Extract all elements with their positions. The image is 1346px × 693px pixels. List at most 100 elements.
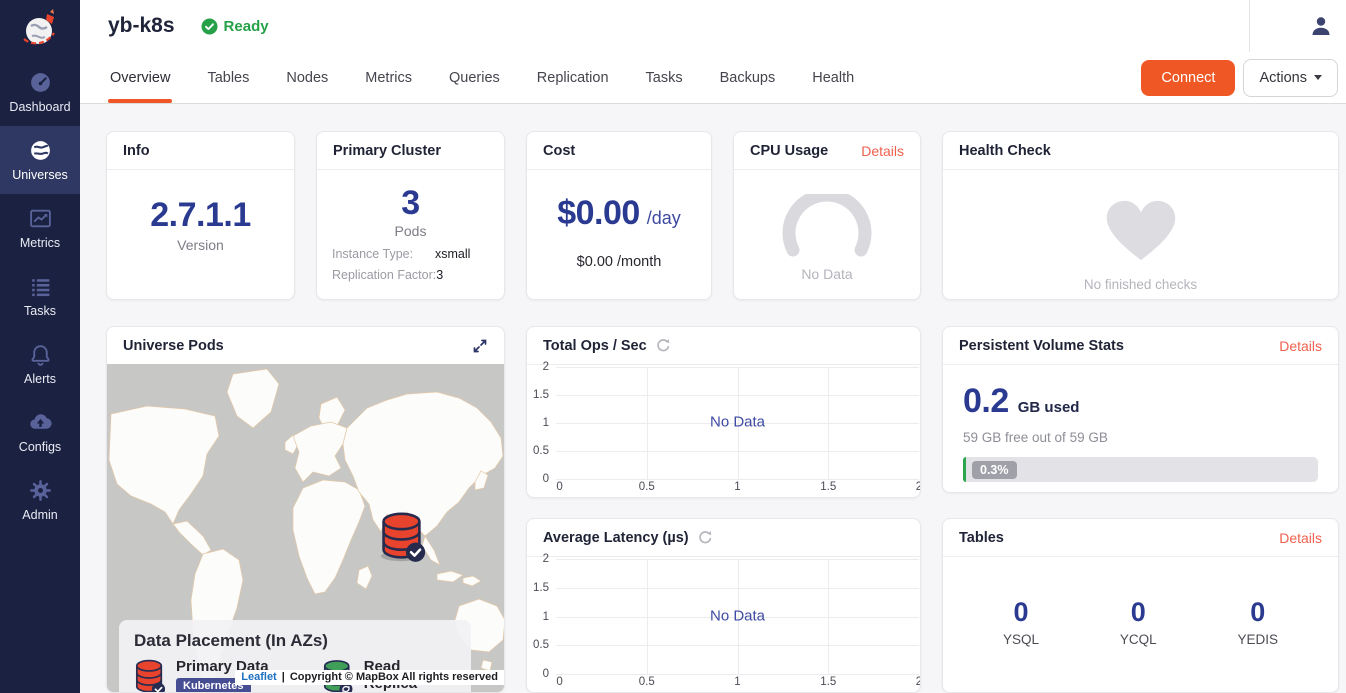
tab-bar: Overview Tables Nodes Metrics Queries Re… (80, 52, 1346, 104)
tab-health[interactable]: Health (812, 52, 854, 104)
check-circle-icon (201, 18, 218, 35)
x-tick: 0 (556, 676, 562, 688)
chart-icon (28, 206, 53, 231)
expand-icon (472, 338, 488, 354)
cost-per-month: $0.00 /month (577, 254, 662, 270)
yedis-label: YEDIS (1237, 632, 1278, 647)
tab-overview[interactable]: Overview (110, 52, 170, 104)
globe-icon (28, 138, 53, 163)
status-badge: Ready (201, 18, 269, 35)
sidebar-item-admin[interactable]: Admin (0, 466, 80, 534)
tables-card: Tables Details 0 YSQL 0 YCQL 0 YEDIS (942, 518, 1339, 693)
x-tick: 0 (556, 481, 562, 493)
sidebar-item-metrics[interactable]: Metrics (0, 194, 80, 262)
connect-button[interactable]: Connect (1141, 60, 1235, 96)
card-title: CPU Usage (750, 143, 828, 159)
instance-type-row: Instance Type: xsmall (332, 247, 489, 261)
refresh-latency-button[interactable] (697, 530, 712, 545)
sidebar-item-label: Alerts (24, 372, 56, 386)
tab-label: Backups (720, 70, 776, 86)
x-tick: 0.5 (639, 676, 655, 688)
sidebar-item-label: Configs (19, 440, 61, 454)
rocket-globe-logo-icon (17, 6, 63, 52)
version-value: 2.7.1.1 (150, 196, 250, 235)
gb-used-value: 0.2 (963, 382, 1009, 421)
cost-per-day-value: $0.00 (557, 194, 640, 233)
world-map[interactable]: Data Placement (In AZs) Primary Data (107, 364, 504, 692)
tab-label: Metrics (365, 70, 412, 86)
tab-label: Tables (207, 70, 249, 86)
user-menu-button[interactable] (1309, 14, 1333, 38)
volume-details-link[interactable]: Details (1279, 338, 1322, 354)
tab-queries[interactable]: Queries (449, 52, 500, 104)
ycql-label: YCQL (1120, 632, 1157, 647)
x-tick: 2 (916, 676, 921, 688)
heart-icon (1103, 198, 1179, 264)
card-title: Primary Cluster (333, 143, 441, 159)
volume-progress-bar: 0.3% (963, 457, 1318, 482)
refresh-ops-button[interactable] (655, 338, 670, 353)
y-tick: 2 (543, 553, 549, 565)
x-tick: 0.5 (639, 481, 655, 493)
expand-map-button[interactable] (472, 338, 488, 354)
y-tick: 2 (543, 361, 549, 373)
y-tick: 1.5 (533, 389, 549, 401)
tab-metrics[interactable]: Metrics (365, 52, 412, 104)
info-card: Info 2.7.1.1 Version (106, 131, 295, 300)
leaflet-link[interactable]: Leaflet (241, 671, 276, 683)
y-tick: 1 (543, 611, 549, 623)
chevron-down-icon (1314, 75, 1322, 80)
ysql-count: 0 YSQL (1003, 597, 1039, 647)
gb-free-text: 59 GB free out of 59 GB (963, 430, 1318, 445)
ycql-count: 0 YCQL (1120, 597, 1157, 647)
cost-per-day-unit: /day (647, 208, 681, 229)
tab-tables[interactable]: Tables (207, 52, 249, 104)
yedis-count: 0 YEDIS (1237, 597, 1278, 647)
tab-replication[interactable]: Replication (537, 52, 609, 104)
actions-button[interactable]: Actions (1243, 59, 1338, 97)
gb-used-label: GB used (1018, 399, 1080, 416)
sidebar-item-alerts[interactable]: Alerts (0, 330, 80, 398)
tab-backups[interactable]: Backups (720, 52, 776, 104)
tab-label: Health (812, 70, 854, 86)
tab-label: Replication (537, 70, 609, 86)
tab-label: Tasks (646, 70, 683, 86)
replication-factor-value: 3 (436, 268, 443, 282)
card-title: Info (123, 143, 150, 159)
avg-latency-chart-card: Average Latency (µs) 2 1.5 1 0.5 0 (526, 518, 921, 693)
tab-nodes[interactable]: Nodes (286, 52, 328, 104)
chart-no-data-text: No Data (556, 414, 919, 431)
replication-factor-label: Replication Factor: (332, 268, 436, 282)
yugabyte-logo[interactable] (0, 0, 80, 58)
attribution-text: Copyright © MapBox All rights reserved (290, 671, 498, 683)
sidebar-item-universes[interactable]: Universes (0, 126, 80, 194)
actions-label: Actions (1259, 70, 1307, 86)
status-text: Ready (224, 18, 269, 35)
user-zone (1249, 0, 1346, 52)
cpu-details-link[interactable]: Details (861, 143, 904, 159)
chart-title: Average Latency (µs) (543, 530, 689, 546)
health-no-data-text: No finished checks (1084, 277, 1197, 292)
sidebar-item-configs[interactable]: Configs (0, 398, 80, 466)
primary-data-map-marker (381, 514, 425, 562)
cost-card: Cost $0.00 /day $0.00 /month (526, 131, 712, 300)
chart-no-data-text: No Data (556, 607, 919, 624)
health-check-card: Health Check No finished checks (942, 131, 1339, 300)
replication-factor-row: Replication Factor: 3 (332, 268, 489, 282)
persistent-volume-card: Persistent Volume Stats Details 0.2 GB u… (942, 326, 1339, 493)
sidebar-item-label: Tasks (24, 304, 56, 318)
volume-percent-badge: 0.3% (972, 461, 1017, 479)
tables-details-link[interactable]: Details (1279, 530, 1322, 546)
tab-tasks[interactable]: Tasks (646, 52, 683, 104)
sidebar-item-tasks[interactable]: Tasks (0, 262, 80, 330)
card-title: Tables (959, 530, 1004, 546)
y-tick: 0 (543, 668, 549, 680)
ysql-label: YSQL (1003, 632, 1039, 647)
primary-data-db-icon (134, 658, 166, 693)
sidebar-item-dashboard[interactable]: Dashboard (0, 58, 80, 126)
chart-title: Total Ops / Sec (543, 338, 647, 354)
data-placement-title: Data Placement (In AZs) (134, 631, 456, 651)
sidebar-item-label: Metrics (20, 236, 60, 250)
tab-label: Queries (449, 70, 500, 86)
ops-chart-area: 2 1.5 1 0.5 0 No Data 0 0.5 1 1.5 2 (527, 364, 920, 497)
